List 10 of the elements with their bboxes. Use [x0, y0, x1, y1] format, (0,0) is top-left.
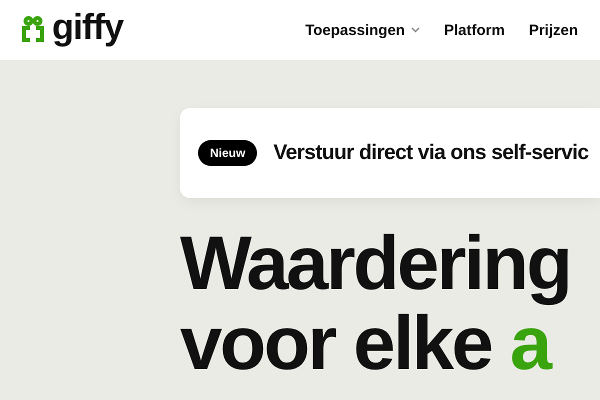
chevron-icon	[410, 27, 420, 33]
logo-text: giffy	[52, 9, 123, 45]
nav-link[interactable]: Toepassingen	[305, 22, 420, 38]
headline: Waardering voor elke a	[180, 224, 572, 384]
announcement-banner[interactable]: Nieuw Verstuur direct via ons self-servic	[180, 108, 600, 198]
nav-link[interactable]: Platform	[444, 22, 505, 38]
nav-link[interactable]: Prijzen	[528, 22, 578, 38]
gift-icon	[20, 16, 46, 44]
banner-text: Verstuur direct via ons self-servic	[273, 141, 588, 165]
new-badge: Nieuw	[198, 140, 258, 166]
